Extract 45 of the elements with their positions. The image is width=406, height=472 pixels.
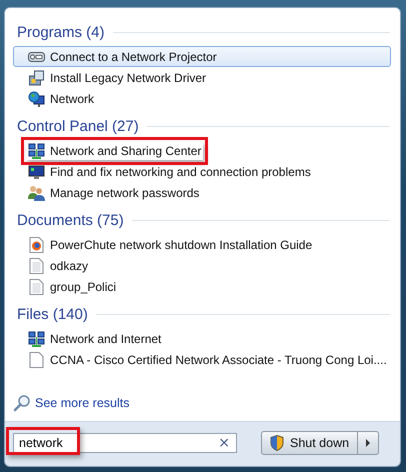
item-content: Connect to a Network Projector	[26, 48, 219, 64]
result-item[interactable]: CCNA - Cisco Certified Network Associate - Truong Cong Loi....	[13, 349, 391, 370]
item-content: CCNA - Cisco Certified Network Associate - Truong Cong Loi....	[26, 350, 389, 368]
result-item[interactable]: group_Polici	[13, 276, 391, 297]
result-item[interactable]: Manage network passwords	[13, 182, 391, 203]
highlight-frame: Network and Sharing Center	[26, 142, 204, 160]
item-content: Manage network passwords	[26, 184, 202, 202]
monitor-icon	[28, 164, 45, 180]
group-header: Files (140)	[17, 306, 88, 322]
group-header: Documents (75)	[17, 212, 124, 228]
text-file-icon	[28, 258, 45, 274]
network-icon	[28, 330, 45, 346]
item-content: PowerChute network shutdown Installation Guide	[26, 236, 314, 254]
item-content: Network and Internet	[26, 330, 164, 348]
file-icon	[28, 352, 45, 368]
projector-icon	[28, 50, 45, 62]
result-item[interactable]: odkazy	[13, 255, 391, 276]
item-content: Find and fix networking and connection problems	[26, 162, 313, 180]
result-item[interactable]: Connect to a Network Projector	[13, 46, 391, 67]
result-item[interactable]: Network and Sharing Center	[13, 140, 391, 161]
group-header: Control Panel (27)	[17, 118, 139, 134]
group-header: Programs (4)	[17, 24, 105, 40]
clear-button[interactable]: ×	[212, 435, 236, 451]
item-content: odkazy	[26, 256, 90, 274]
search-icon	[13, 394, 31, 412]
options-button[interactable]	[358, 431, 380, 455]
installer-icon	[28, 70, 45, 86]
shut-down-button[interactable]: Shut down	[261, 431, 358, 455]
item-content: Install Legacy Network Driver	[26, 68, 208, 86]
result-item[interactable]: Network and Internet	[13, 328, 391, 349]
globe-monitor-icon	[28, 90, 45, 106]
result-item[interactable]: PowerChute network shutdown Installation Guide	[13, 234, 391, 255]
shield-icon	[270, 435, 284, 451]
result-item[interactable]: Find and fix networking and connection problems	[13, 161, 391, 182]
item-content: group_Polici	[26, 278, 118, 296]
arrow-right-icon	[365, 439, 372, 447]
text-file-icon	[28, 278, 45, 294]
users-icon	[28, 184, 45, 200]
result-item[interactable]: Network	[13, 88, 391, 109]
item-content: Network	[26, 90, 96, 108]
network-icon	[28, 142, 45, 158]
document-icon	[28, 236, 45, 252]
see-more-link[interactable]: See more results	[35, 396, 130, 410]
result-item[interactable]: Install Legacy Network Driver	[13, 67, 391, 88]
search-field[interactable]: network ×	[13, 433, 237, 453]
